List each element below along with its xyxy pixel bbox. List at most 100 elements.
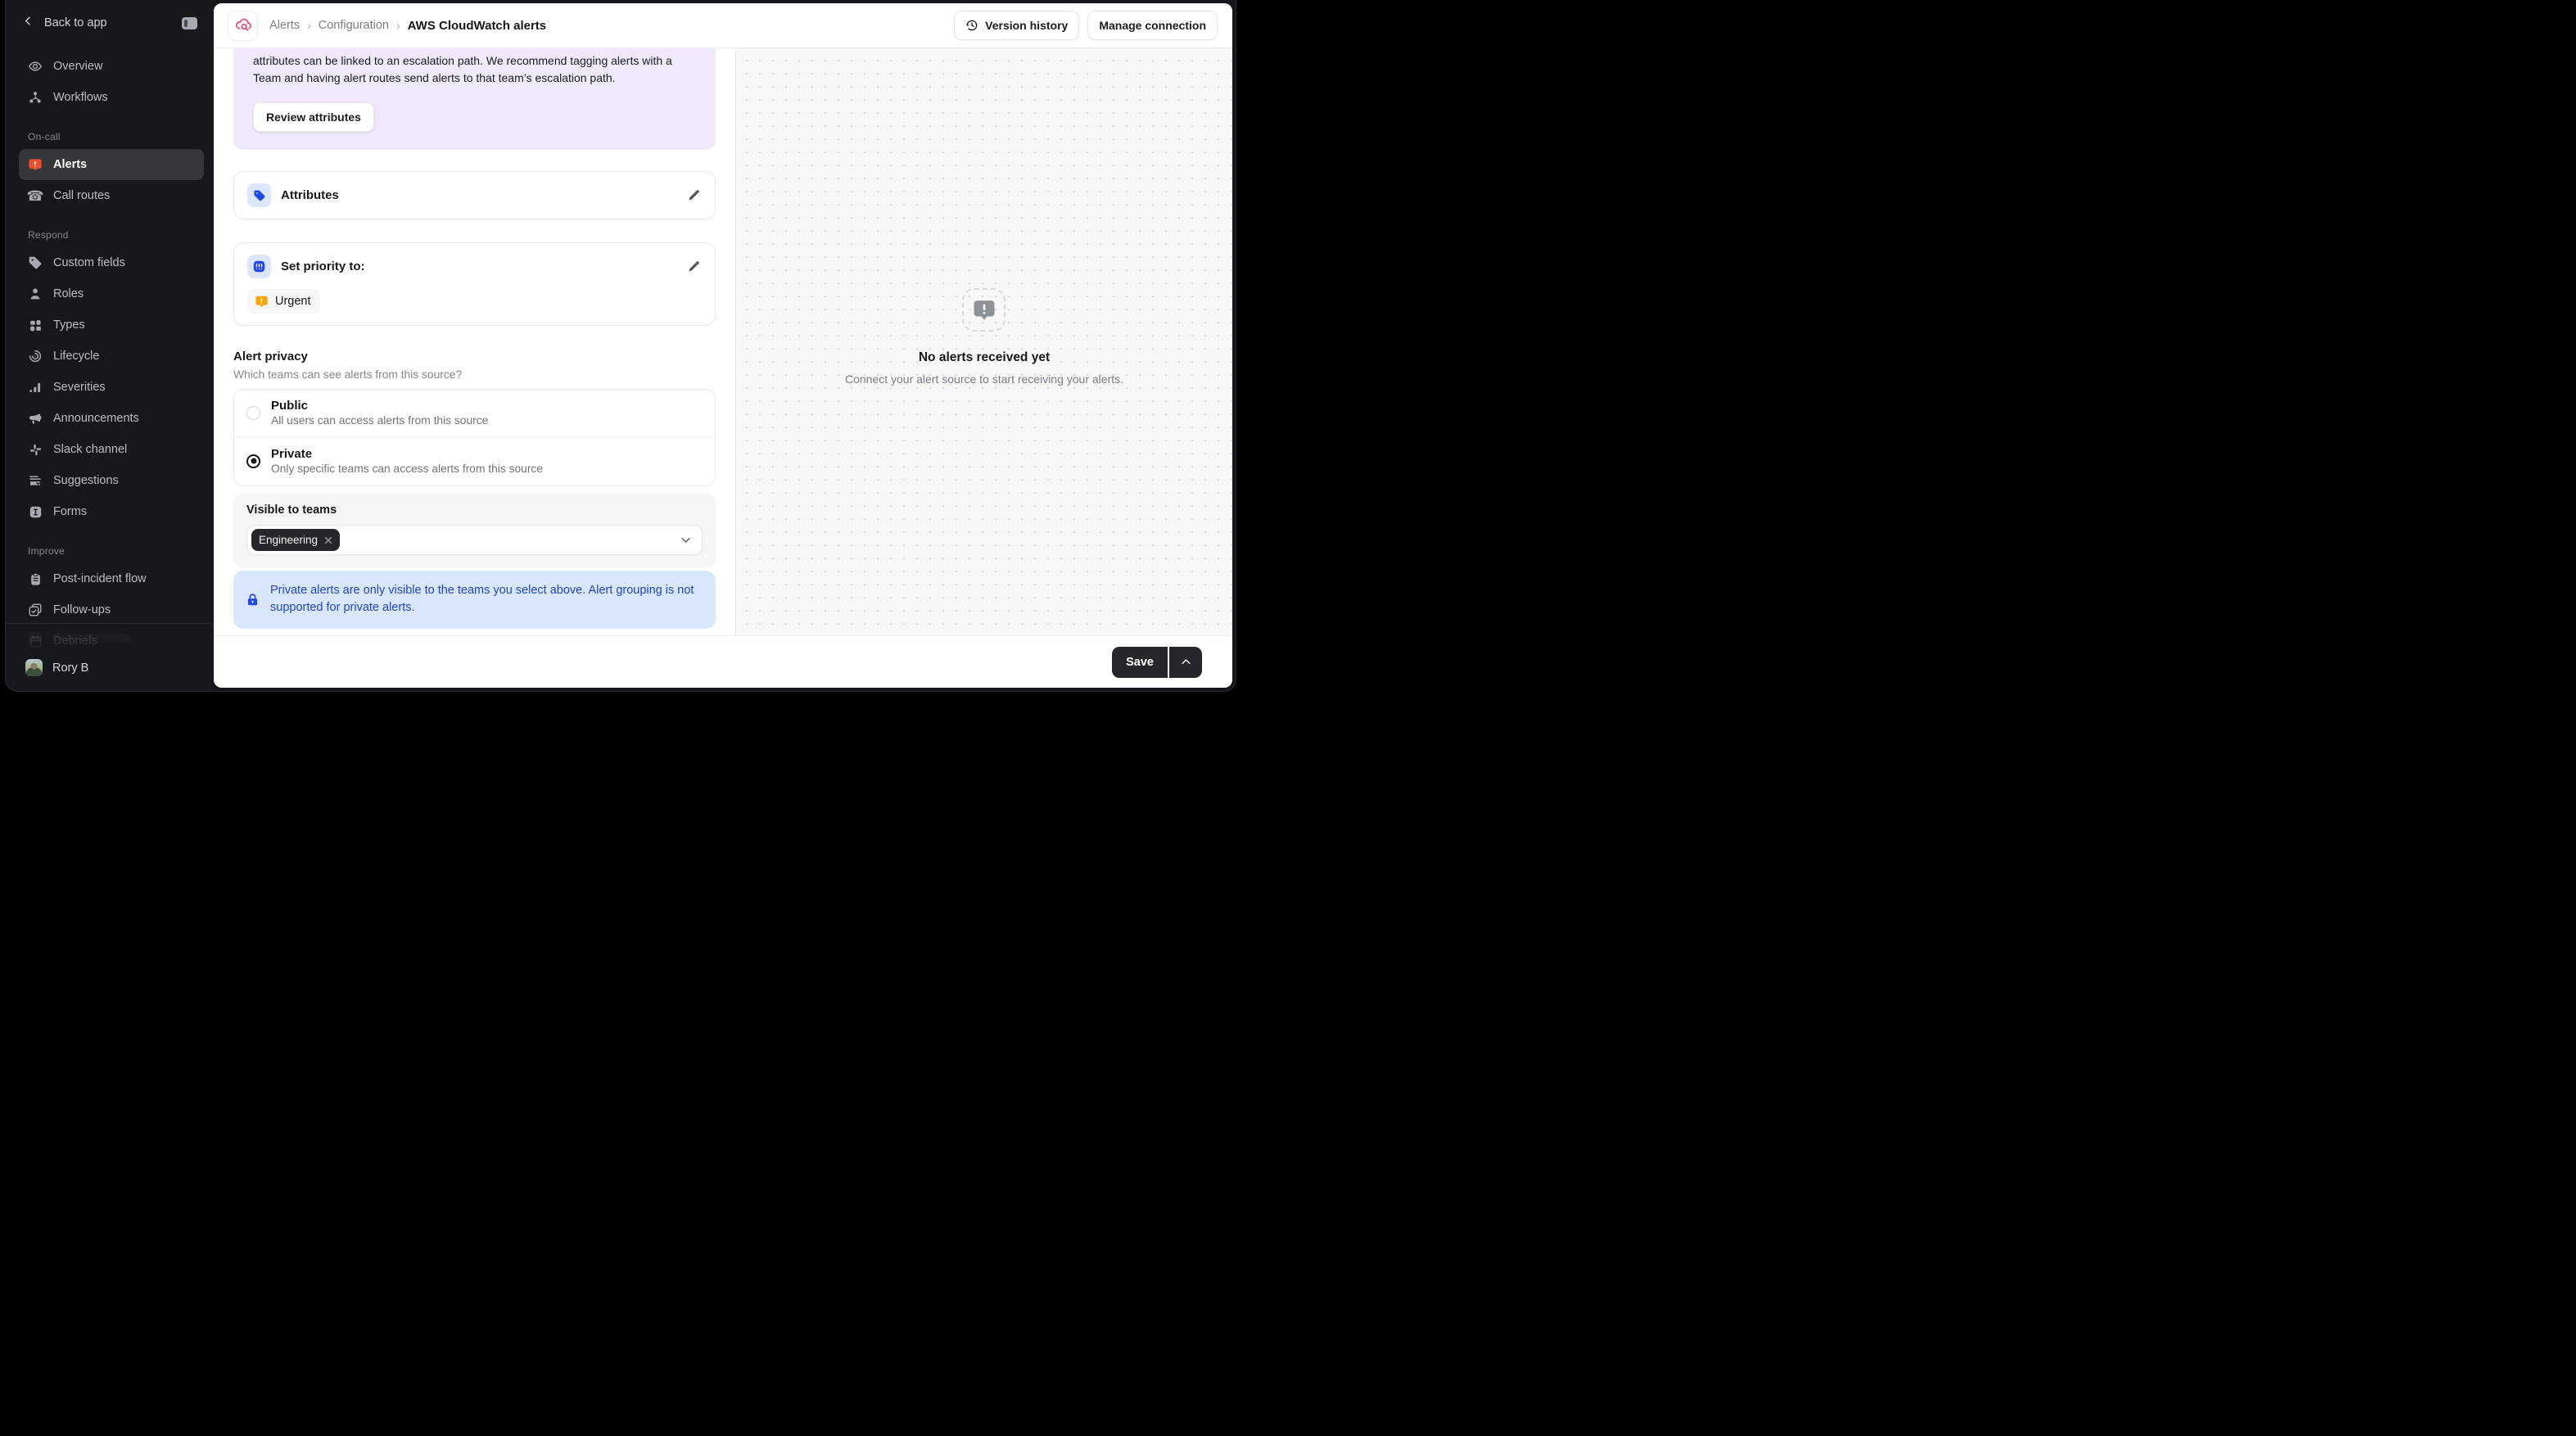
- save-button[interactable]: Save: [1112, 646, 1168, 678]
- privacy-option-private[interactable]: Private Only specific teams can access a…: [234, 437, 715, 485]
- empty-state-title: No alerts received yet: [918, 350, 1051, 364]
- sidebar-item-types[interactable]: Types: [19, 309, 204, 341]
- sidebar-item-lifecycle[interactable]: Lifecycle: [19, 341, 204, 372]
- tag-icon: [28, 255, 43, 270]
- priority-card-title: Set priority to:: [281, 260, 365, 273]
- radio-private[interactable]: [246, 454, 260, 468]
- visible-to-teams-label: Visible to teams: [246, 504, 337, 517]
- copy-check-icon: [28, 603, 43, 617]
- public-option-description: All users can access alerts from this so…: [271, 414, 489, 427]
- chevron-down-icon: [680, 534, 692, 546]
- version-history-button[interactable]: Version history: [954, 11, 1080, 40]
- lock-icon: [246, 593, 260, 607]
- sidebar-nav: Overview Workflows On-call Alerts ☎ Call…: [6, 39, 214, 657]
- chevron-up-icon: [1180, 656, 1192, 668]
- edit-attributes-pencil-icon[interactable]: [685, 187, 702, 204]
- attributes-card-title: Attributes: [281, 188, 339, 202]
- team-chip-engineering: Engineering: [251, 529, 341, 551]
- alert-bubble-icon: [28, 157, 43, 172]
- visible-to-teams-panel: Visible to teams Engineering: [233, 493, 716, 568]
- breadcrumb-separator: ›: [307, 19, 311, 32]
- sidebar-item-label: Roles: [53, 287, 84, 300]
- remove-team-icon[interactable]: [323, 535, 333, 545]
- main-panel: Alerts › Configuration › AWS CloudWatch …: [214, 3, 1232, 688]
- alert-privacy-subtitle: Which teams can see alerts from this sou…: [233, 368, 463, 381]
- teams-select[interactable]: Engineering: [246, 525, 703, 555]
- alert-bubble-gray-icon: [972, 298, 997, 323]
- sidebar-item-label: Forms: [53, 505, 88, 518]
- sidebar-item-custom-fields[interactable]: Custom fields: [19, 247, 204, 278]
- priority-value-badge: Urgent: [247, 289, 320, 314]
- private-option-description: Only specific teams can access alerts fr…: [271, 463, 544, 475]
- sidebar-item-label: Severities: [53, 381, 106, 394]
- avatar: [25, 659, 43, 676]
- sidebar-section-oncall: On-call: [28, 131, 61, 142]
- sidebar-item-workflows[interactable]: Workflows: [19, 82, 204, 113]
- priority-tile-icon: [247, 255, 271, 278]
- empty-state-dashed-box: [962, 288, 1006, 332]
- sidebar-item-label: Suggestions: [53, 474, 119, 487]
- user-menu[interactable]: Rory B: [6, 653, 214, 691]
- public-option-label: Public: [271, 399, 309, 413]
- sidebar-toggle-icon[interactable]: [182, 16, 197, 29]
- sidebar-section-respond: Respond: [28, 229, 69, 241]
- save-options-button[interactable]: [1169, 646, 1202, 678]
- form-input-icon: [28, 504, 43, 519]
- urgent-alert-icon: [255, 295, 269, 309]
- megaphone-icon: [28, 411, 43, 426]
- sidebar-item-follow-ups[interactable]: Follow-ups: [19, 594, 204, 625]
- page-title: AWS CloudWatch alerts: [407, 18, 547, 33]
- priority-value: Urgent: [275, 295, 311, 308]
- sidebar-item-forms[interactable]: Forms: [19, 496, 204, 527]
- configuration-form: attributes can be linked to an escalatio…: [214, 48, 736, 635]
- clipboard-icon: [28, 571, 43, 586]
- footer-bar: Save: [214, 635, 1232, 688]
- breadcrumb-configuration[interactable]: Configuration: [319, 19, 389, 32]
- empty-state-subtitle: Connect your alert source to start recei…: [844, 373, 1124, 386]
- priority-card: Set priority to: Urgent: [233, 242, 716, 326]
- sidebar: Back to app Overview Workflows On-call A…: [6, 0, 214, 691]
- sidebar-item-overview[interactable]: Overview: [19, 51, 204, 82]
- page-header: Alerts › Configuration › AWS CloudWatch …: [214, 3, 1232, 48]
- sidebar-item-suggestions[interactable]: Suggestions: [19, 465, 204, 496]
- sidebar-item-slack-channel[interactable]: Slack channel: [19, 434, 204, 465]
- person-icon: [28, 287, 43, 301]
- sidebar-item-announcements[interactable]: Announcements: [19, 403, 204, 434]
- privacy-option-public[interactable]: Public All users can access alerts from …: [234, 390, 715, 437]
- sidebar-item-alerts[interactable]: Alerts: [19, 149, 204, 180]
- manage-connection-button[interactable]: Manage connection: [1087, 11, 1218, 40]
- target-circles-icon: [28, 349, 43, 364]
- sidebar-item-label: Post-incident flow: [53, 572, 147, 585]
- version-history-label: Version history: [985, 19, 1069, 32]
- cloudwatch-source-icon: [228, 10, 258, 41]
- sidebar-item-roles[interactable]: Roles: [19, 278, 204, 309]
- edit-priority-pencil-icon[interactable]: [685, 259, 702, 275]
- sidebar-item-label: Types: [53, 318, 85, 332]
- manage-connection-label: Manage connection: [1099, 19, 1206, 32]
- tag-tile-icon: [247, 183, 271, 207]
- sidebar-faded-item: [6, 623, 214, 651]
- private-alerts-info-text: Private alerts are only visible to the t…: [270, 584, 694, 614]
- attributes-card: Attributes: [233, 171, 716, 219]
- sidebar-item-post-incident-flow[interactable]: Post-incident flow: [19, 563, 204, 594]
- alert-privacy-title: Alert privacy: [233, 350, 308, 364]
- slack-icon: [28, 442, 43, 457]
- sidebar-item-call-routes[interactable]: ☎ Call routes: [19, 180, 204, 211]
- sidebar-item-label: Announcements: [53, 412, 139, 425]
- radio-public[interactable]: [246, 405, 260, 420]
- breadcrumb-separator: ›: [396, 19, 400, 32]
- empty-state: No alerts received yet Connect your aler…: [845, 288, 1123, 386]
- sidebar-item-severities[interactable]: Severities: [19, 372, 204, 403]
- sidebar-item-label: Slack channel: [53, 443, 128, 456]
- alerts-preview-panel: No alerts received yet Connect your aler…: [736, 48, 1232, 635]
- grid-icon: [28, 318, 43, 332]
- back-to-app-label: Back to app: [44, 16, 107, 29]
- back-to-app-button[interactable]: Back to app: [22, 15, 107, 31]
- bar-chart-icon: [28, 380, 43, 395]
- workflow-icon: [28, 90, 43, 105]
- team-chip-label: Engineering: [259, 534, 319, 546]
- breadcrumb-alerts[interactable]: Alerts: [269, 19, 300, 32]
- review-attributes-button[interactable]: Review attributes: [253, 102, 374, 132]
- private-option-label: Private: [271, 447, 313, 461]
- phone-icon: ☎: [26, 187, 44, 204]
